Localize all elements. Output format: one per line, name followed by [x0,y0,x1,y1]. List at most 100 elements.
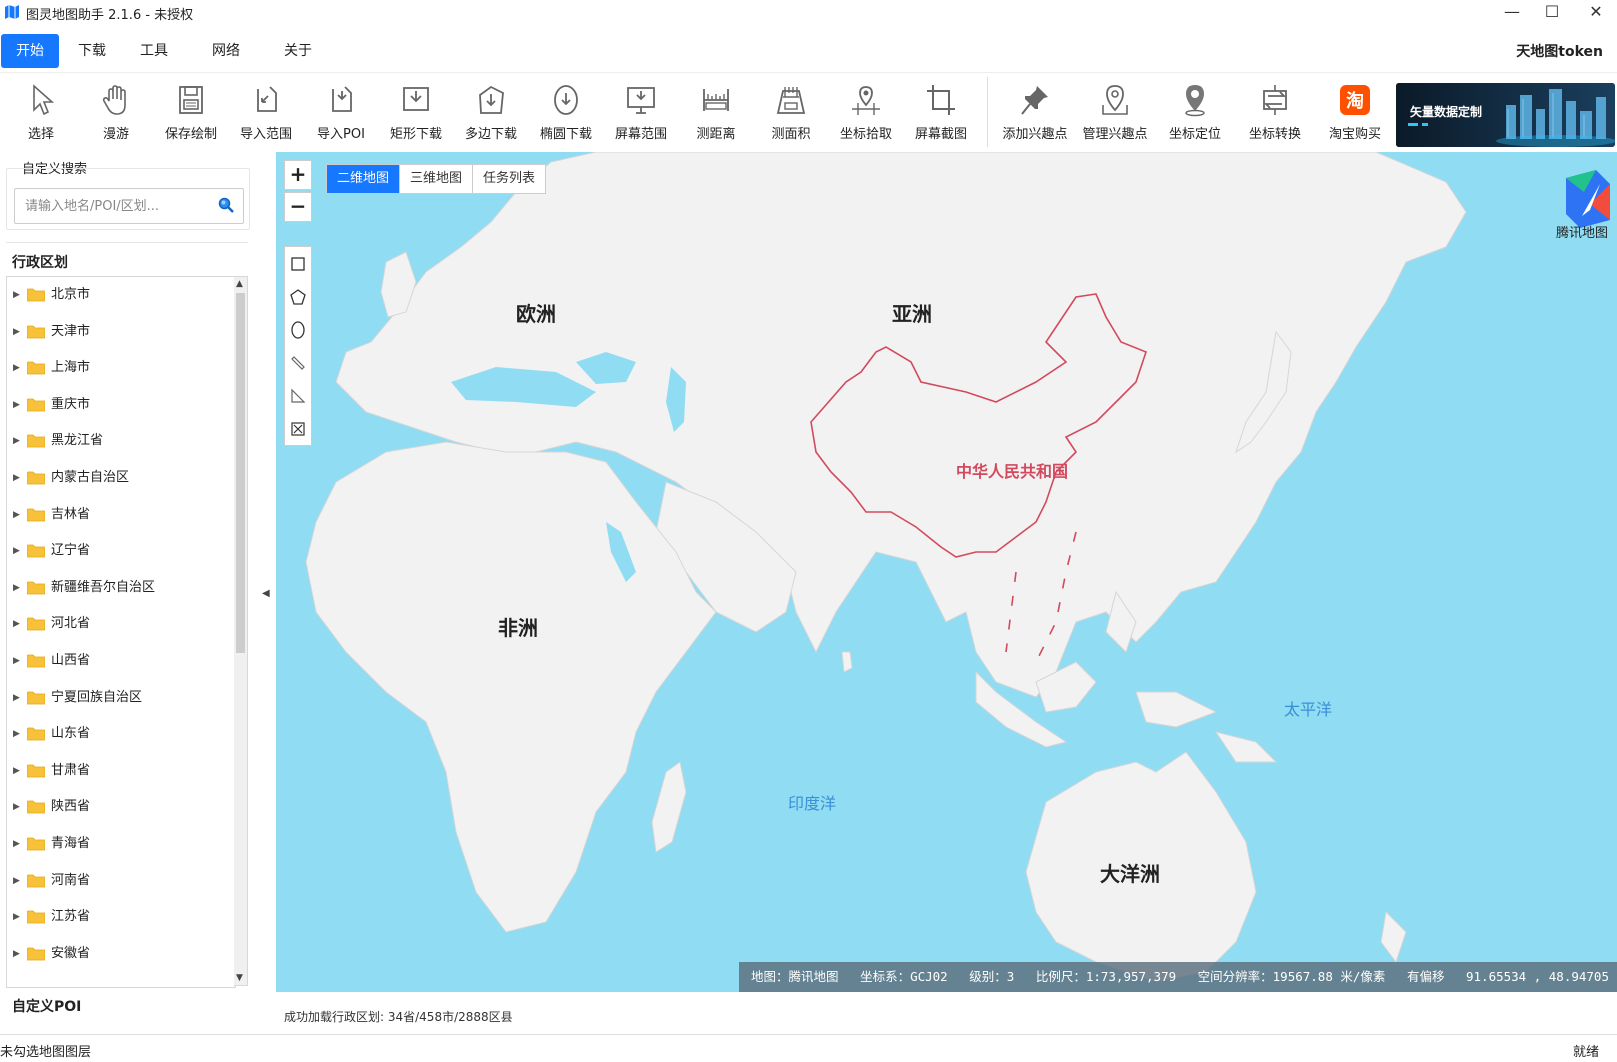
screenshot-button[interactable]: 屏幕截图 [906,79,976,149]
rect-download-button[interactable]: 矩形下载 [381,79,451,149]
taobao-buy-button[interactable]: 淘 淘宝购买 [1320,79,1390,149]
tree-item[interactable]: ▶ 天津市 [7,314,235,351]
tree-item[interactable]: ▶ 山西省 [7,643,235,680]
close-button[interactable]: ✕ [1576,0,1616,26]
expand-arrow-icon[interactable]: ▶ [13,643,20,680]
scrollbar-thumb[interactable] [236,293,245,653]
tab-2d-map[interactable]: 二维地图 [327,165,401,193]
expand-arrow-icon[interactable]: ▶ [13,606,20,643]
collapse-panel-arrow-icon[interactable]: ◀ [262,588,270,599]
tree-item-label: 重庆市 [51,396,91,412]
draw-rectangle-button[interactable] [285,247,311,280]
maximize-button[interactable]: ☐ [1532,0,1572,26]
zoom-out-button[interactable]: − [284,192,312,222]
map-view[interactable]: + − 二维地图 三维地图 任务列表 欧洲 亚洲 非洲 大洋洲 中华人民共和国 … [276,152,1617,992]
measure-polygon-button[interactable] [285,379,311,412]
pan-tool-button[interactable]: 漫游 [81,79,151,149]
tree-item-label: 河南省 [51,872,91,888]
manage-poi-button[interactable]: 管理兴趣点 [1080,79,1150,149]
tree-item[interactable]: ▶ 青海省 [7,826,235,863]
tab-task-list[interactable]: 任务列表 [473,165,545,193]
menu-tools[interactable]: 工具 [130,34,178,68]
search-group [6,168,250,230]
status-level: 级别：3 [969,969,1015,984]
clear-drawing-button[interactable] [285,412,311,445]
add-poi-button[interactable]: 添加兴趣点 [1000,79,1070,149]
tree-item[interactable]: ▶ 河北省 [7,606,235,643]
vector-data-ad-banner[interactable]: 矢量数据定制 [1396,83,1615,147]
menu-download[interactable]: 下载 [68,34,116,68]
expand-arrow-icon[interactable]: ▶ [13,314,20,351]
tab-3d-map[interactable]: 三维地图 [400,165,474,193]
tree-item[interactable]: ▶ 黑龙江省 [7,423,235,460]
expand-arrow-icon[interactable]: ▶ [13,277,20,314]
search-icon[interactable] [217,196,235,214]
tree-item[interactable]: ▶ 江苏省 [7,899,235,936]
menu-start[interactable]: 开始 [1,34,59,68]
menu-network[interactable]: 网络 [202,34,250,68]
expand-arrow-icon[interactable]: ▶ [13,863,20,900]
search-input[interactable] [14,188,244,224]
ellipse-download-button[interactable]: 椭圆下载 [531,79,601,149]
minimize-button[interactable]: — [1492,0,1532,26]
tianditu-token-button[interactable]: 天地图token [1516,41,1603,61]
expand-arrow-icon[interactable]: ▶ [13,460,20,497]
pick-coordinate-button[interactable]: 坐标拾取 [831,79,901,149]
scroll-down-arrow-icon[interactable]: ▼ [236,973,243,983]
tree-item-label: 黑龙江省 [51,433,104,449]
label-asia: 亚洲 [892,302,932,326]
screen-range-button[interactable]: 屏幕范围 [606,79,676,149]
scroll-up-arrow-icon[interactable]: ▲ [236,279,243,289]
tree-item[interactable]: ▶ 甘肃省 [7,753,235,790]
convert-coordinate-button[interactable]: 坐标转换 [1240,79,1310,149]
tree-item[interactable]: ▶ 安徽省 [7,936,235,973]
tree-item-label: 辽宁省 [51,543,91,559]
draw-ellipse-button[interactable] [285,313,311,346]
location-icon [1185,85,1205,117]
locate-coordinate-button[interactable]: 坐标定位 [1160,79,1230,149]
expand-arrow-icon[interactable]: ▶ [13,387,20,424]
expand-arrow-icon[interactable]: ▶ [13,570,20,607]
admin-division-tree[interactable]: ▶ 北京市 ▶ 天津市 ▶ 上海市 ▶ 重庆市 ▶ 黑龙江省 ▶ 内蒙古自治区 ▶ 吉林省 ▶ 辽宁省 ▶ 新疆维… [6,276,236,988]
expand-arrow-icon[interactable]: ▶ [13,753,20,790]
folder-icon [27,434,45,448]
expand-arrow-icon[interactable]: ▶ [13,789,20,826]
measure-distance-button[interactable]: 测距离 [681,79,751,149]
tree-item[interactable]: ▶ 陕西省 [7,789,235,826]
expand-arrow-icon[interactable]: ▶ [13,826,20,863]
expand-arrow-icon[interactable]: ▶ [13,899,20,936]
menu-about[interactable]: 关于 [274,34,322,68]
import-range-button[interactable]: 导入范围 [231,79,301,149]
tree-item[interactable]: ▶ 内蒙古自治区 [7,460,235,497]
expand-arrow-icon[interactable]: ▶ [13,350,20,387]
expand-arrow-icon[interactable]: ▶ [13,533,20,570]
tree-item[interactable]: ▶ 上海市 [7,350,235,387]
tree-item[interactable]: ▶ 辽宁省 [7,533,235,570]
save-drawing-button[interactable]: 保存绘制 [156,79,226,149]
status-resolution: 空间分辨率：19567.88 米/像素 [1197,969,1386,984]
measure-area-button[interactable]: 测面积 [756,79,826,149]
zoom-in-button[interactable]: + [284,160,312,190]
tree-item[interactable]: ▶ 吉林省 [7,497,235,534]
measure-line-button[interactable] [285,346,311,379]
divider [6,242,248,243]
expand-arrow-icon[interactable]: ▶ [13,423,20,460]
tree-scrollbar[interactable]: ▲ ▼ [234,276,248,986]
select-tool-button[interactable]: 选择 [6,79,76,149]
draw-polygon-button[interactable] [285,280,311,313]
polygon-download-button[interactable]: 多边下载 [456,79,526,149]
status-left-text: 未勾选地图图层 [0,1045,92,1060]
tree-item[interactable]: ▶ 重庆市 [7,387,235,424]
tree-item[interactable]: ▶ 宁夏回族自治区 [7,680,235,717]
tree-item[interactable]: ▶ 北京市 [7,277,235,314]
crop-icon [927,85,955,115]
import-poi-button[interactable]: 导入POI [306,79,376,149]
expand-arrow-icon[interactable]: ▶ [13,497,20,534]
tree-item[interactable]: ▶ 山东省 [7,716,235,753]
tree-item[interactable]: ▶ 河南省 [7,863,235,900]
expand-arrow-icon[interactable]: ▶ [13,936,20,973]
expand-arrow-icon[interactable]: ▶ [13,716,20,753]
tree-item[interactable]: ▶ 新疆维吾尔自治区 [7,570,235,607]
expand-arrow-icon[interactable]: ▶ [13,680,20,717]
folder-icon [27,617,45,631]
